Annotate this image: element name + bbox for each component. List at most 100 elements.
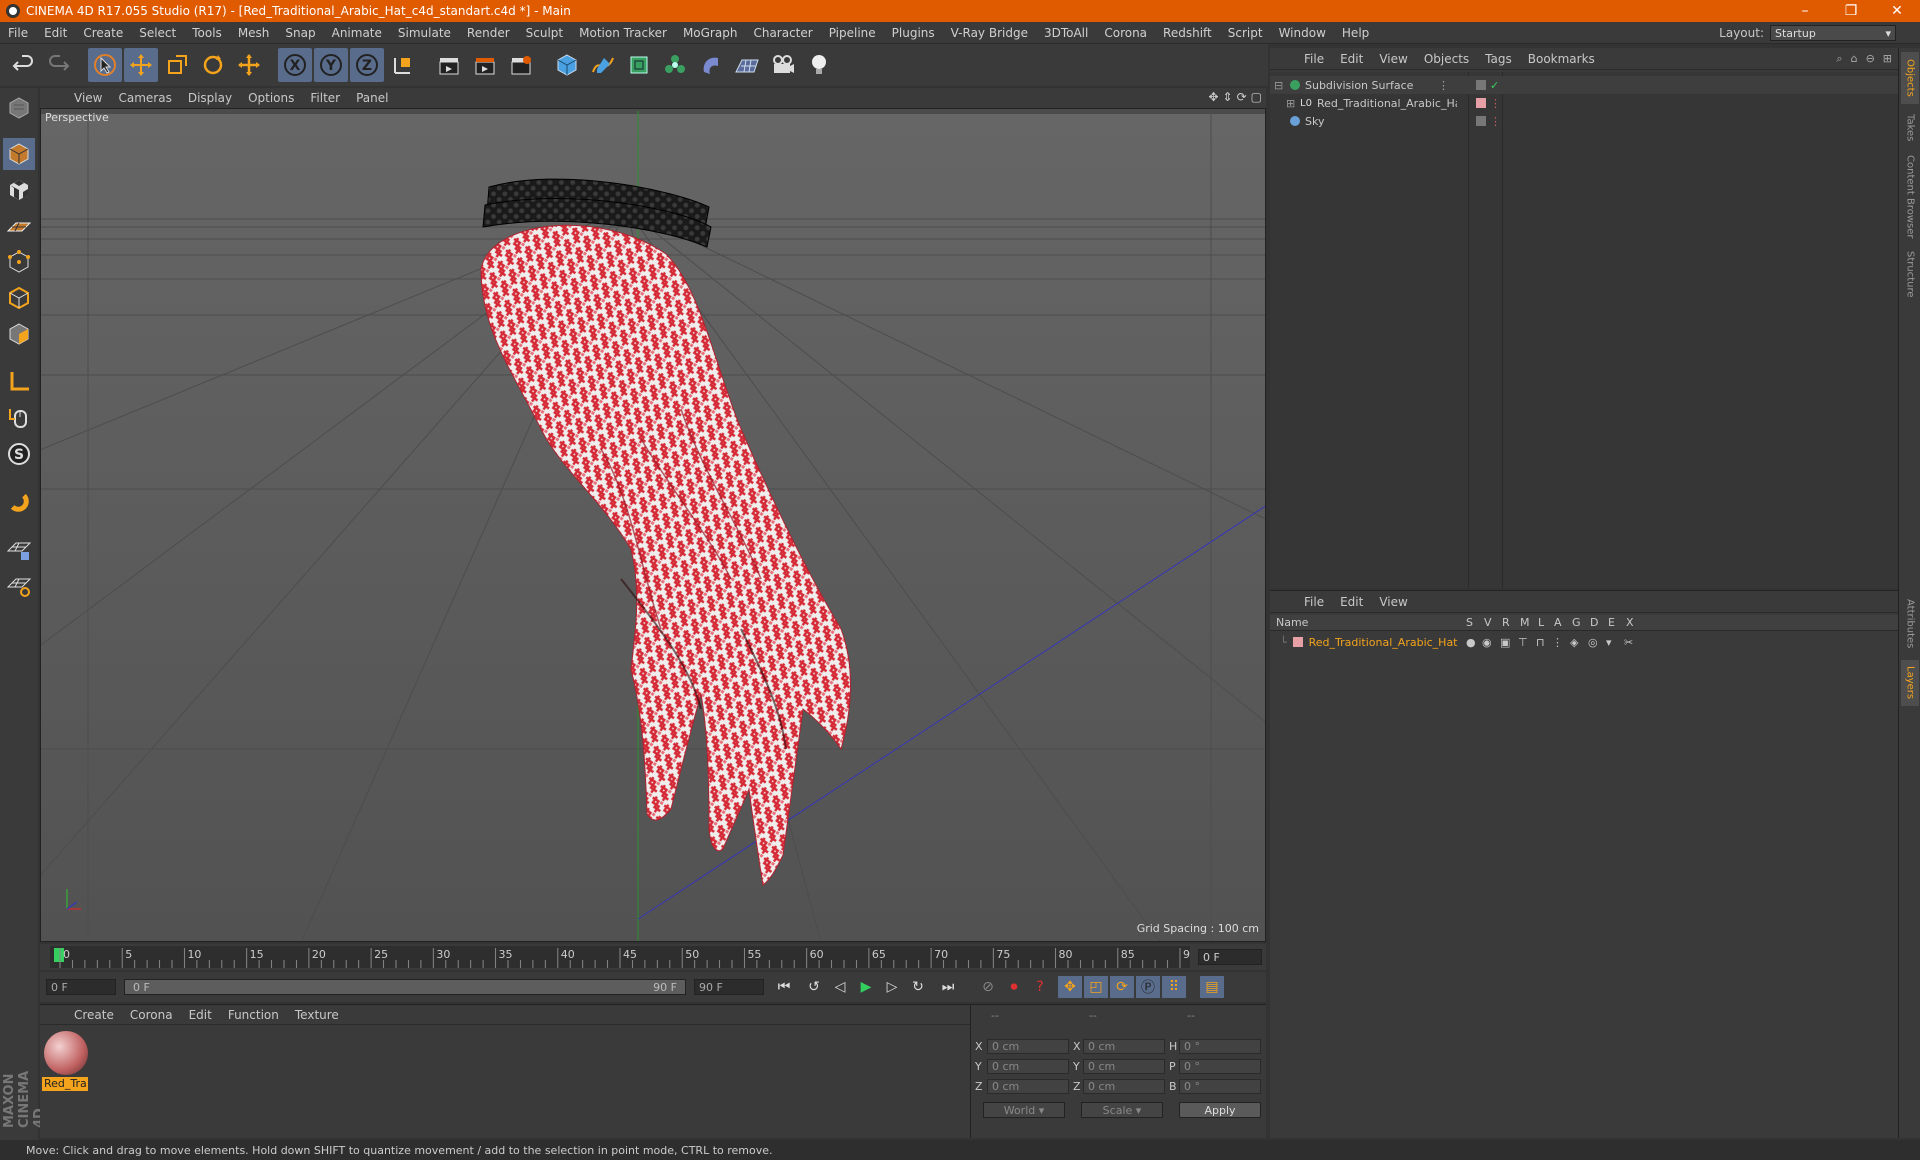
layer-color-swatch[interactable] (1476, 98, 1486, 108)
next-key-button[interactable]: ↻ (906, 976, 930, 998)
perspective-viewport[interactable]: Perspective Grid Spacing : 100 cm (40, 108, 1266, 942)
object-menu-objects[interactable]: Objects (1416, 52, 1477, 66)
menu-edit[interactable]: Edit (36, 26, 75, 40)
menu-tools[interactable]: Tools (184, 26, 230, 40)
search-icon[interactable]: ⌕ (1836, 52, 1842, 66)
tab-takes[interactable]: Takes (1901, 108, 1919, 148)
tab-layers[interactable]: Layers (1901, 660, 1919, 706)
pos-y-field[interactable]: 0 cm (987, 1059, 1069, 1074)
menu-3dtoall[interactable]: 3DToAll (1036, 26, 1096, 40)
deformer-icon[interactable]: ◎ (1588, 636, 1598, 649)
add-cube-button[interactable] (550, 48, 584, 82)
maximize-view-icon[interactable]: ▢ (1251, 90, 1262, 104)
object-menu-file[interactable]: File (1296, 52, 1332, 66)
viewport-menu-options[interactable]: Options (240, 91, 302, 105)
lock-icon[interactable]: ⊓ (1536, 636, 1545, 649)
apply-button[interactable]: Apply (1179, 1102, 1261, 1118)
object-menu-bookmarks[interactable]: Bookmarks (1520, 52, 1603, 66)
menu-render[interactable]: Render (459, 26, 518, 40)
render-clapboard-icon[interactable]: ▣ (1500, 636, 1510, 649)
menu-vray-bridge[interactable]: V-Ray Bridge (943, 26, 1036, 40)
animation-icon[interactable]: ⋮ (1552, 636, 1563, 649)
menu-script[interactable]: Script (1220, 26, 1271, 40)
scale-tool-button[interactable] (160, 48, 194, 82)
menu-sculpt[interactable]: Sculpt (518, 26, 571, 40)
xref-icon[interactable]: ✂ (1624, 636, 1633, 649)
x-axis-lock-button[interactable]: X (278, 48, 312, 82)
menu-help[interactable]: Help (1334, 26, 1377, 40)
menu-pipeline[interactable]: Pipeline (821, 26, 884, 40)
previous-key-button[interactable]: ↺ (802, 976, 826, 998)
tweak-mode-button[interactable] (3, 402, 35, 434)
menu-character[interactable]: Character (745, 26, 820, 40)
close-button[interactable]: ✕ (1874, 0, 1920, 22)
maximize-button[interactable]: ❐ (1828, 0, 1874, 22)
world-dropdown[interactable]: World ▾ (983, 1102, 1065, 1118)
coordinate-system-button[interactable] (386, 48, 420, 82)
timeline-window-button[interactable]: ▤ (1200, 976, 1224, 998)
layer-menu-edit[interactable]: Edit (1332, 595, 1371, 609)
current-frame-field[interactable]: 0 F (1198, 949, 1262, 965)
menu-animate[interactable]: Animate (324, 26, 390, 40)
tab-structure[interactable]: Structure (1901, 246, 1919, 302)
pos-z-field[interactable]: 0 cm (987, 1079, 1069, 1094)
object-menu-tags[interactable]: Tags (1477, 52, 1520, 66)
new-window-icon[interactable]: ⊞ (1883, 52, 1892, 66)
expand-icon[interactable]: ⊞ (1286, 97, 1296, 110)
workplane-align-button[interactable] (3, 570, 35, 602)
key-rotation-button[interactable]: ⟳ (1110, 976, 1134, 998)
menu-motion-tracker[interactable]: Motion Tracker (571, 26, 675, 40)
magnet-button[interactable] (3, 486, 35, 518)
object-menu-view[interactable]: View (1371, 52, 1415, 66)
move-tool-button[interactable] (124, 48, 158, 82)
add-spline-button[interactable] (586, 48, 620, 82)
menu-plugins[interactable]: Plugins (884, 26, 943, 40)
object-row-hat[interactable]: ⊞ L0 Red_Traditional_Arabic_Hat_ ⋮ (1270, 94, 1898, 112)
menu-create[interactable]: Create (75, 26, 131, 40)
viewport-menu-panel[interactable]: Panel (348, 91, 396, 105)
add-deformer-button[interactable] (694, 48, 728, 82)
menu-mesh[interactable]: Mesh (230, 26, 278, 40)
render-view-button[interactable] (432, 48, 466, 82)
zoom-icon[interactable]: ⇕ (1223, 90, 1233, 104)
solo-dot-icon[interactable]: ● (1466, 636, 1476, 649)
material-name-label[interactable]: Red_Tra (42, 1077, 88, 1091)
object-row-subdivision[interactable]: ⊟ Subdivision Surface ⋮ ✓ (1270, 76, 1898, 94)
material-menu-edit[interactable]: Edit (181, 1008, 220, 1022)
visibility-dots-icon[interactable]: ⋮ (1490, 115, 1501, 128)
visibility-dots-icon[interactable]: ⋮ (1490, 97, 1501, 110)
rot-b-field[interactable]: 0 ° (1179, 1079, 1261, 1094)
manager-tree-icon[interactable]: ⊤ (1518, 636, 1528, 649)
pan-icon[interactable]: ✥ (1208, 90, 1218, 104)
size-y-field[interactable]: 0 cm (1083, 1059, 1165, 1074)
add-scene-button[interactable] (730, 48, 764, 82)
rot-h-field[interactable]: 0 ° (1179, 1039, 1261, 1054)
viewport-menu-cameras[interactable]: Cameras (110, 91, 179, 105)
tab-content-browser[interactable]: Content Browser (1901, 152, 1919, 242)
z-axis-lock-button[interactable]: Z (350, 48, 384, 82)
next-frame-button[interactable]: ▷ (880, 976, 904, 998)
material-menu-function[interactable]: Function (220, 1008, 287, 1022)
eye-icon[interactable]: ◉ (1482, 636, 1492, 649)
y-axis-lock-button[interactable]: Y (314, 48, 348, 82)
layer-menu-file[interactable]: File (1296, 595, 1332, 609)
edges-mode-button[interactable] (3, 282, 35, 314)
link-icon[interactable]: ⊖ (1866, 52, 1875, 66)
previous-frame-button[interactable]: ◁ (828, 976, 852, 998)
collapse-icon[interactable]: ⊟ (1274, 79, 1284, 92)
size-z-field[interactable]: 0 cm (1083, 1079, 1165, 1094)
workplane-mode-button[interactable] (3, 210, 35, 242)
layer-row[interactable]: └ Red_Traditional_Arabic_Hat ● ◉ ▣ ⊤ ⊓ ⋮… (1270, 633, 1898, 651)
add-nurbs-button[interactable] (622, 48, 656, 82)
viewport-menu-view[interactable]: View (66, 91, 110, 105)
undo-button[interactable] (6, 48, 40, 82)
polygons-mode-button[interactable] (3, 318, 35, 350)
add-light-button[interactable] (802, 48, 836, 82)
recent-tool-button[interactable] (232, 48, 266, 82)
generator-icon[interactable]: ◈ (1570, 636, 1578, 649)
model-mode-button[interactable] (3, 138, 35, 170)
enabled-check-icon[interactable]: ✓ (1490, 79, 1499, 92)
go-to-start-button[interactable]: ⏮ (772, 976, 796, 998)
expression-icon[interactable]: ▾ (1606, 636, 1612, 649)
minimize-button[interactable]: – (1782, 0, 1828, 22)
